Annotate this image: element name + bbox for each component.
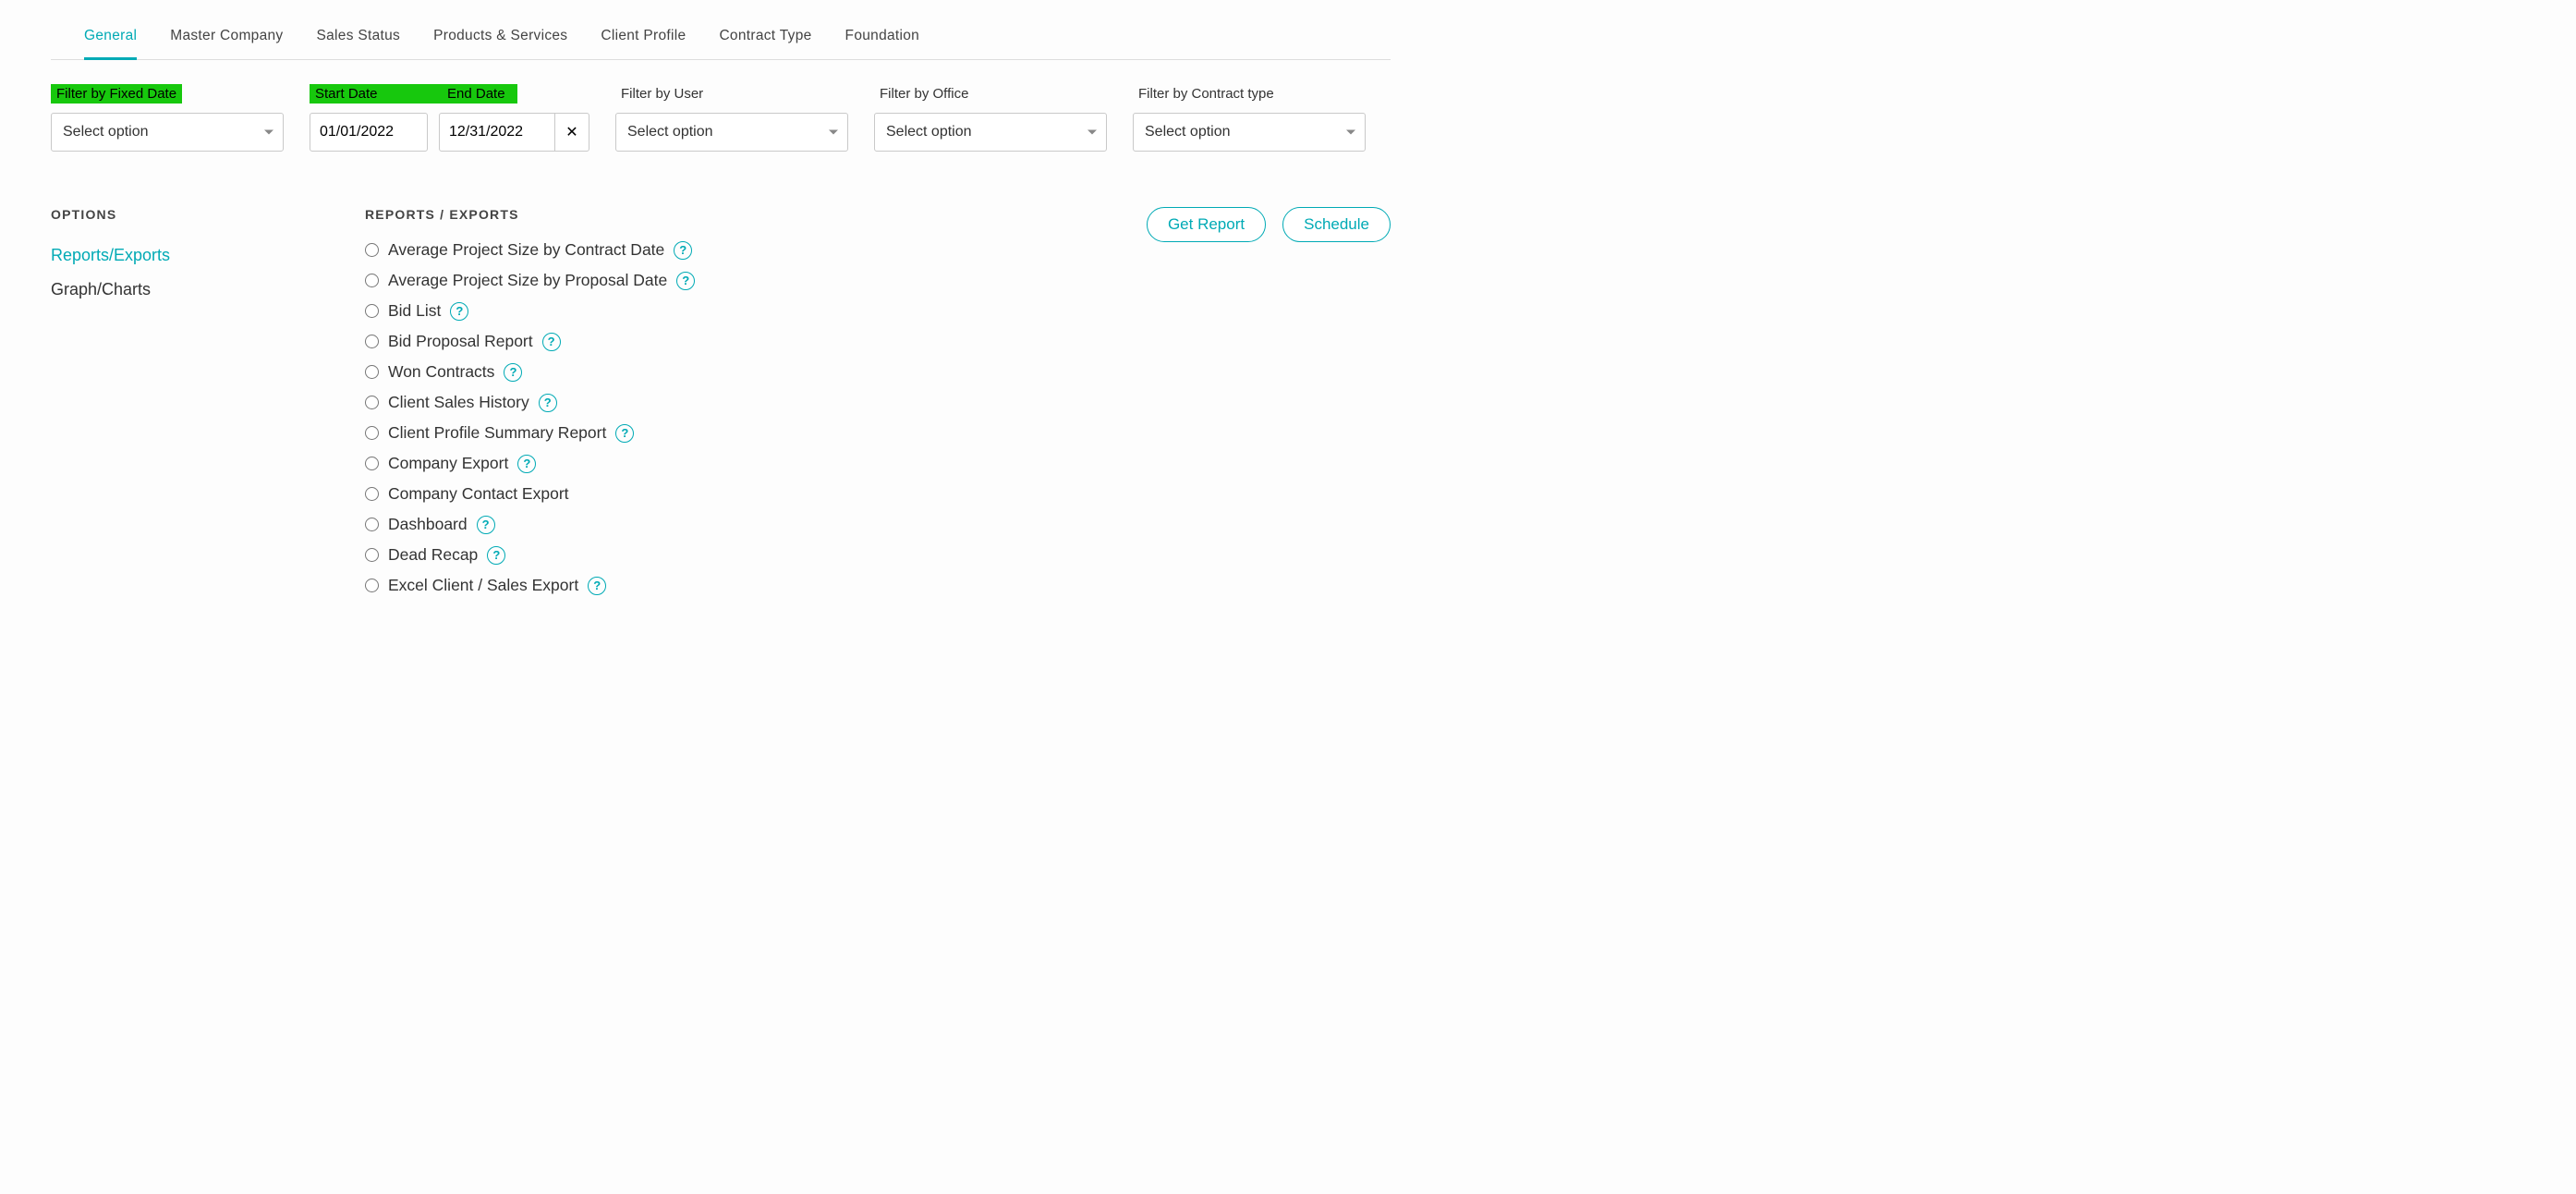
help-icon[interactable]: ? bbox=[477, 516, 495, 534]
chevron-down-icon bbox=[1088, 130, 1097, 135]
report-radio[interactable] bbox=[365, 243, 379, 257]
report-label[interactable]: Bid List bbox=[388, 301, 441, 321]
report-item: Bid List? bbox=[365, 296, 1091, 326]
options-sidebar: OPTIONS Reports/ExportsGraph/Charts bbox=[51, 207, 310, 307]
report-label[interactable]: Dead Recap bbox=[388, 545, 478, 565]
filter-contract-type-label: Filter by Contract type bbox=[1133, 84, 1280, 104]
report-item: Won Contracts? bbox=[365, 357, 1091, 387]
help-icon[interactable]: ? bbox=[615, 424, 634, 443]
reports-column: REPORTS / EXPORTS Average Project Size b… bbox=[365, 207, 1091, 601]
options-heading: OPTIONS bbox=[51, 207, 310, 222]
filter-fixed-date-label: Filter by Fixed Date bbox=[51, 84, 182, 104]
help-icon[interactable]: ? bbox=[542, 333, 561, 351]
report-item: Client Sales History? bbox=[365, 387, 1091, 418]
report-item: Dead Recap? bbox=[365, 540, 1091, 570]
filter-date-range: Start Date End Date ✕ bbox=[310, 84, 589, 152]
tab-products-services[interactable]: Products & Services bbox=[433, 18, 567, 59]
report-radio[interactable] bbox=[365, 304, 379, 318]
report-item: Bid Proposal Report? bbox=[365, 326, 1091, 357]
report-item: Average Project Size by Contract Date? bbox=[365, 235, 1091, 265]
chevron-down-icon bbox=[264, 130, 273, 135]
end-date-input[interactable] bbox=[439, 113, 557, 152]
filter-user-select[interactable]: Select option bbox=[615, 113, 848, 152]
report-radio[interactable] bbox=[365, 579, 379, 592]
schedule-button[interactable]: Schedule bbox=[1282, 207, 1391, 242]
help-icon[interactable]: ? bbox=[588, 577, 606, 595]
tab-client-profile[interactable]: Client Profile bbox=[601, 18, 686, 59]
report-item: Excel Client / Sales Export? bbox=[365, 570, 1091, 601]
chevron-down-icon bbox=[1346, 130, 1355, 135]
filter-office-value: Select option bbox=[886, 124, 972, 140]
filter-fixed-date: Filter by Fixed Date Select option bbox=[51, 84, 284, 152]
report-label[interactable]: Average Project Size by Proposal Date bbox=[388, 271, 667, 290]
filter-user-value: Select option bbox=[627, 124, 713, 140]
report-label[interactable]: Bid Proposal Report bbox=[388, 332, 533, 351]
report-item: Company Export? bbox=[365, 448, 1091, 479]
clear-date-button[interactable]: ✕ bbox=[554, 113, 589, 152]
start-date-input[interactable] bbox=[310, 113, 428, 152]
reports-heading: REPORTS / EXPORTS bbox=[365, 207, 1091, 222]
report-item: Client Profile Summary Report? bbox=[365, 418, 1091, 448]
filters-row: Filter by Fixed Date Select option Start… bbox=[51, 84, 1391, 152]
report-radio[interactable] bbox=[365, 457, 379, 470]
report-label[interactable]: Client Profile Summary Report bbox=[388, 423, 606, 443]
filter-office-label: Filter by Office bbox=[874, 84, 974, 104]
actions-column: Get Report Schedule bbox=[1147, 207, 1391, 242]
chevron-down-icon bbox=[829, 130, 838, 135]
get-report-button[interactable]: Get Report bbox=[1147, 207, 1266, 242]
report-item: Average Project Size by Proposal Date? bbox=[365, 265, 1091, 296]
report-radio[interactable] bbox=[365, 487, 379, 501]
tab-contract-type[interactable]: Contract Type bbox=[719, 18, 811, 59]
report-label[interactable]: Won Contracts bbox=[388, 362, 494, 382]
filter-contract-type-select[interactable]: Select option bbox=[1133, 113, 1366, 152]
option-reports-exports[interactable]: Reports/Exports bbox=[51, 238, 310, 273]
option-graph-charts[interactable]: Graph/Charts bbox=[51, 273, 310, 307]
help-icon[interactable]: ? bbox=[539, 394, 557, 412]
filter-office-select[interactable]: Select option bbox=[874, 113, 1107, 152]
close-icon: ✕ bbox=[565, 125, 577, 140]
filter-contract-type: Filter by Contract type Select option bbox=[1133, 84, 1366, 152]
help-icon[interactable]: ? bbox=[676, 272, 695, 290]
report-label[interactable]: Company Export bbox=[388, 454, 508, 473]
report-radio[interactable] bbox=[365, 274, 379, 287]
tab-sales-status[interactable]: Sales Status bbox=[316, 18, 400, 59]
report-item: Company Contact Export bbox=[365, 479, 1091, 509]
filter-user: Filter by User Select option bbox=[615, 84, 848, 152]
help-icon[interactable]: ? bbox=[517, 455, 536, 473]
filter-contract-type-value: Select option bbox=[1145, 124, 1231, 140]
filter-fixed-date-value: Select option bbox=[63, 124, 149, 140]
tab-master-company[interactable]: Master Company bbox=[170, 18, 283, 59]
report-radio[interactable] bbox=[365, 396, 379, 409]
tab-foundation[interactable]: Foundation bbox=[845, 18, 920, 59]
report-radio[interactable] bbox=[365, 548, 379, 562]
report-label[interactable]: Dashboard bbox=[388, 515, 468, 534]
report-item: Dashboard? bbox=[365, 509, 1091, 540]
help-icon[interactable]: ? bbox=[674, 241, 692, 260]
help-icon[interactable]: ? bbox=[504, 363, 522, 382]
tab-general[interactable]: General bbox=[84, 18, 137, 60]
end-date-label: End Date bbox=[447, 86, 512, 102]
report-label[interactable]: Average Project Size by Contract Date bbox=[388, 240, 664, 260]
report-label[interactable]: Client Sales History bbox=[388, 393, 529, 412]
report-radio[interactable] bbox=[365, 518, 379, 531]
report-radio[interactable] bbox=[365, 365, 379, 379]
help-icon[interactable]: ? bbox=[487, 546, 505, 565]
filter-user-label: Filter by User bbox=[615, 84, 709, 104]
report-label[interactable]: Company Contact Export bbox=[388, 484, 569, 504]
report-radio[interactable] bbox=[365, 335, 379, 348]
filter-office: Filter by Office Select option bbox=[874, 84, 1107, 152]
tabs-bar: General Master Company Sales Status Product… bbox=[51, 18, 1391, 60]
report-radio[interactable] bbox=[365, 426, 379, 440]
help-icon[interactable]: ? bbox=[450, 302, 468, 321]
start-date-label: Start Date bbox=[315, 86, 433, 102]
report-label[interactable]: Excel Client / Sales Export bbox=[388, 576, 578, 595]
filter-fixed-date-select[interactable]: Select option bbox=[51, 113, 284, 152]
